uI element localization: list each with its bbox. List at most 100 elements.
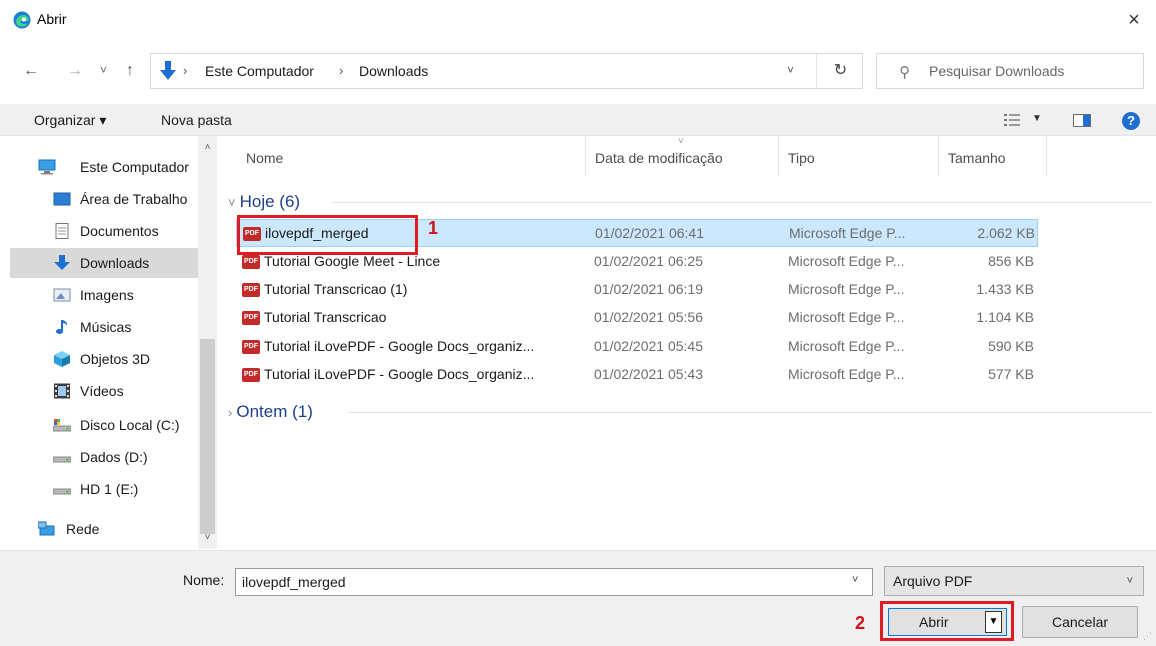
music-icon [56,320,68,334]
edge-icon [13,11,31,29]
table-row[interactable]: PDF Tutorial iLovePDF - Google Docs_orga… [236,361,1038,389]
column-divider[interactable] [778,136,779,176]
column-divider[interactable] [1046,136,1047,176]
help-icon[interactable]: ? [1122,112,1140,130]
preview-pane-icon[interactable] [1073,114,1091,127]
view-options-icon[interactable] [1004,113,1020,127]
group-header-yesterday[interactable]: › Ontem (1) [228,402,313,422]
dialog-title: Abrir [37,11,67,27]
file-type: Microsoft Edge P... [788,338,905,354]
scroll-down-icon[interactable]: ˅ [198,530,217,546]
address-dropdown-icon[interactable]: ˅ [787,63,794,77]
column-header-date[interactable]: Data de modificação [595,150,723,166]
close-icon[interactable]: × [1120,6,1148,34]
file-size: 590 KB [988,338,1034,354]
pdf-file-icon: PDF [242,311,260,325]
up-icon[interactable]: ↑ [126,62,134,80]
file-type: Microsoft Edge P... [788,366,905,382]
group-label: Hoje (6) [239,192,301,211]
resize-grip-icon[interactable]: ⋰ [1143,631,1152,642]
chevron-right-icon: › [228,405,233,420]
annotation-box-step-1 [237,215,418,255]
file-name: Tutorial iLovePDF - Google Docs_organiz.… [264,366,535,382]
sidebar-scrollbar[interactable]: ˄ ˅ [198,136,217,549]
file-size: 2.062 KB [977,225,1035,241]
scroll-thumb[interactable] [200,339,215,534]
file-size: 577 KB [988,366,1034,382]
file-date: 01/02/2021 06:25 [594,253,703,269]
file-date: 01/02/2021 06:19 [594,281,703,297]
sidebar-item-disco-local-c[interactable]: Disco Local (C:) [10,410,198,440]
file-type: Microsoft Edge P... [789,225,906,241]
file-type: Microsoft Edge P... [788,281,905,297]
table-row[interactable]: PDF Tutorial Transcricao 01/02/2021 05:5… [236,304,1038,332]
search-icon: ⚲ [899,64,910,81]
cancel-button[interactable]: Cancelar [1022,606,1138,638]
file-date: 01/02/2021 05:56 [594,309,703,325]
group-header-today[interactable]: ˅ Hoje (6) [228,192,300,212]
table-row[interactable]: PDF Tutorial iLovePDF - Google Docs_orga… [236,333,1038,361]
sidebar-item-dados-d[interactable]: Dados (D:) [10,442,198,472]
group-label: Ontem (1) [236,402,313,421]
file-name-input[interactable] [235,568,873,596]
forward-icon[interactable]: → [67,62,83,80]
breadcrumb-downloads[interactable]: Downloads [359,63,428,79]
file-name: Tutorial Transcricao [264,309,387,325]
scroll-up-icon[interactable]: ˄ [198,140,217,156]
file-type-select[interactable]: Arquivo PDF ˅ [884,566,1144,596]
breadcrumb-este-computador[interactable]: Este Computador [205,63,314,79]
column-divider[interactable] [585,136,586,176]
annotation-number-1: 1 [428,218,439,238]
column-header-type[interactable]: Tipo [788,150,815,166]
pdf-file-icon: PDF [242,368,260,382]
file-name: Tutorial iLovePDF - Google Docs_organiz.… [264,338,535,354]
breadcrumb-separator: › [183,63,188,78]
sidebar-item-documentos[interactable]: Documentos [10,216,198,246]
view-options-caret-icon[interactable]: ▼ [1032,113,1042,124]
new-folder-button[interactable]: Nova pasta [161,112,232,128]
file-type-value: Arquivo PDF [893,573,973,589]
command-toolbar: Organizar ▾ Nova pasta ▼ ? [0,104,1156,136]
file-type: Microsoft Edge P... [788,309,905,325]
file-date: 01/02/2021 05:43 [594,366,703,382]
sidebar-item-objetos-3d[interactable]: Objetos 3D [10,344,198,374]
sidebar-item-imagens[interactable]: Imagens [10,280,198,310]
column-header-name[interactable]: Nome [246,150,283,166]
sidebar-item-label: Disco Local (C:) [80,417,180,433]
sidebar-item-label: Documentos [80,223,159,239]
annotation-box-step-2 [880,601,1014,641]
downloads-location-icon [160,61,176,80]
search-box[interactable]: ⚲ [876,53,1144,89]
group-divider [348,412,1152,413]
recent-locations-icon[interactable]: ˅ [100,61,107,79]
sidebar-item-musicas[interactable]: Músicas [10,312,198,342]
table-row[interactable]: PDF Tutorial Transcricao (1) 01/02/2021 … [236,276,1038,304]
file-name: Tutorial Google Meet - Lince [264,253,441,269]
documents-icon [55,223,69,239]
drive-d-icon [53,456,71,463]
pdf-file-icon: PDF [242,255,260,269]
column-header-size[interactable]: Tamanho [948,150,1006,166]
file-size: 1.433 KB [976,281,1034,297]
refresh-icon[interactable]: ↻ [816,54,864,88]
videos-icon [54,383,70,399]
address-bar[interactable]: › Este Computador › Downloads ˅ ↻ [150,53,863,89]
sidebar-item-downloads[interactable]: Downloads [10,248,198,278]
sidebar-item-rede[interactable]: Rede [10,514,198,544]
breadcrumb-separator: › [339,63,344,78]
file-name-dropdown-icon[interactable]: ˅ [852,574,858,586]
drive-e-icon [53,488,71,495]
sidebar-item-label: Objetos 3D [80,351,151,367]
sidebar-item-hd-1-e[interactable]: HD 1 (E:) [10,474,198,504]
file-name-label: Nome: [183,572,225,588]
sidebar-item-area-de-trabalho[interactable]: Área de Trabalho [10,184,198,214]
pdf-file-icon: PDF [242,340,260,354]
title-bar: Abrir × [0,0,1156,40]
column-divider[interactable] [938,136,939,176]
file-date: 01/02/2021 05:45 [594,338,703,354]
sidebar-item-este-computador[interactable]: Este Computador [10,152,198,182]
back-icon[interactable]: ← [23,62,39,80]
sidebar-item-videos[interactable]: Vídeos [10,376,198,406]
organize-button[interactable]: Organizar ▾ [34,112,106,129]
search-input[interactable] [929,54,1139,88]
